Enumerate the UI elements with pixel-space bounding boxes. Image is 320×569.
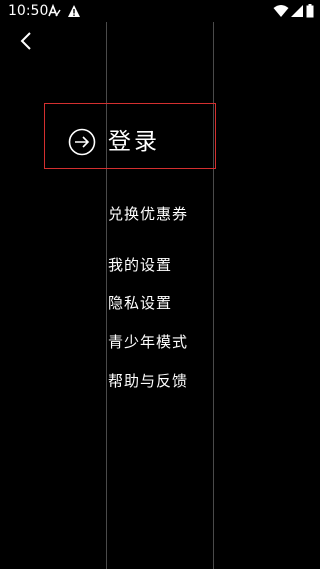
arrow-circle-right-icon[interactable] [68, 128, 96, 156]
wifi-icon [273, 5, 289, 17]
signal-icon [291, 5, 303, 17]
menu-item-help-feedback[interactable]: 帮助与反馈 [108, 370, 188, 391]
login-button[interactable]: 登录 [108, 122, 160, 156]
warning-icon [68, 5, 80, 17]
chevron-left-icon[interactable] [17, 31, 37, 51]
font-a-icon [48, 4, 61, 17]
menu-item-redeem-coupon[interactable]: 兑换优惠券 [108, 203, 188, 224]
battery-icon [306, 4, 314, 18]
menu-item-my-settings[interactable]: 我的设置 [108, 254, 172, 275]
menu-item-privacy-settings[interactable]: 隐私设置 [108, 292, 172, 313]
status-bar: 10:50 [0, 0, 320, 24]
menu-item-teen-mode[interactable]: 青少年模式 [108, 331, 188, 352]
status-time: 10:50 [8, 3, 49, 19]
